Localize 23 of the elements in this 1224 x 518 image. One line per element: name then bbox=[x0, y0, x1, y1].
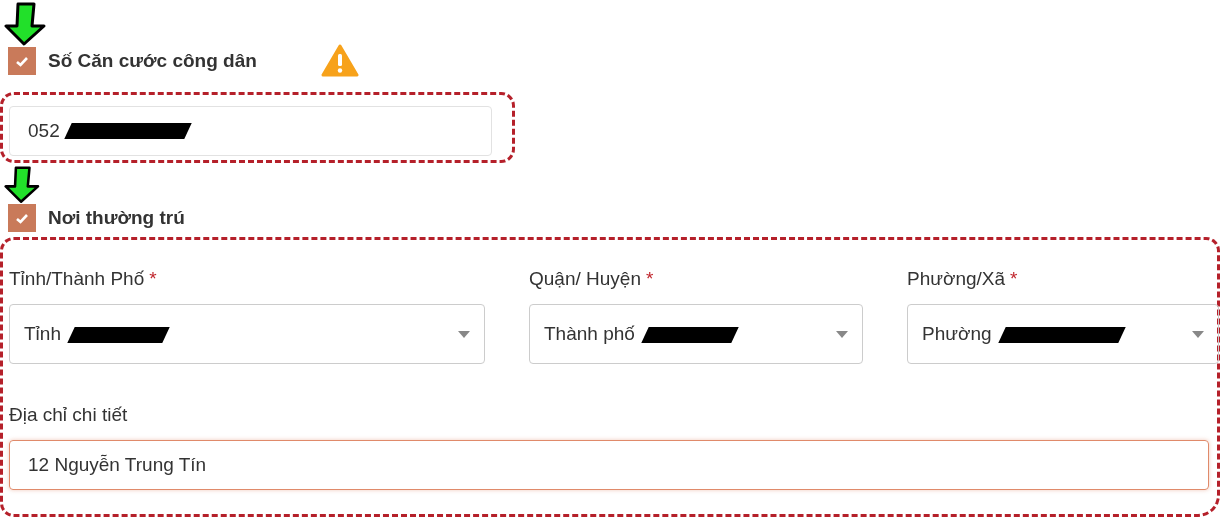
field-label: Tỉnh/Thành Phố * bbox=[9, 268, 158, 290]
field-label: Phường/Xã * bbox=[907, 268, 1019, 290]
checkbox-label: Số Căn cước công dân bbox=[48, 50, 257, 72]
arrow-icon bbox=[4, 165, 42, 203]
checkbox-label: Nơi thường trú bbox=[48, 207, 185, 229]
id-number-field[interactable]: 052 bbox=[9, 106, 492, 156]
dropdown[interactable]: Tỉnh bbox=[9, 304, 485, 364]
checkbox[interactable] bbox=[8, 47, 36, 75]
address-field[interactable]: 12 Nguyễn Trung Tín bbox=[9, 440, 1209, 490]
arrow-icon bbox=[4, 2, 48, 46]
dropdown[interactable]: Thành phố bbox=[529, 304, 863, 364]
checkbox[interactable] bbox=[8, 204, 36, 232]
dropdown[interactable]: Phường bbox=[907, 304, 1219, 364]
required-mark: * bbox=[149, 268, 157, 289]
field-label: Quận/ Huyện * bbox=[529, 268, 655, 290]
caret-icon bbox=[458, 330, 470, 338]
field-label: Địa chỉ chi tiết bbox=[9, 404, 129, 426]
checkmark-icon bbox=[15, 55, 29, 67]
caret-icon bbox=[1192, 330, 1204, 338]
required-mark: * bbox=[1010, 268, 1018, 289]
checkmark-icon bbox=[15, 212, 29, 224]
caret-icon bbox=[836, 330, 848, 338]
required-mark: * bbox=[645, 268, 654, 289]
